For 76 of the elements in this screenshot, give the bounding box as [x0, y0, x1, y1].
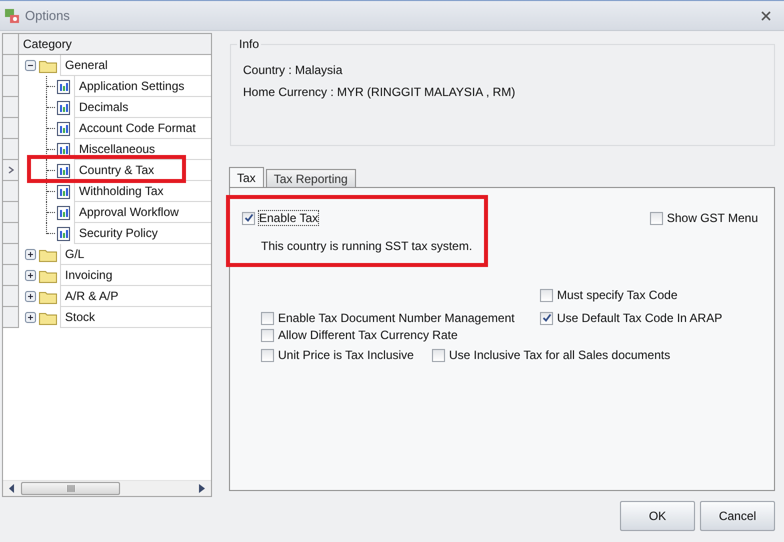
row-header-cell[interactable] — [3, 223, 19, 244]
app-icon — [4, 8, 20, 24]
tree-item[interactable]: General — [60, 55, 211, 76]
checkbox[interactable] — [261, 348, 274, 362]
dialog-button[interactable]: Cancel — [700, 501, 775, 531]
document-icon — [57, 122, 70, 136]
group-title: Info — [237, 37, 262, 51]
folder-icon — [39, 268, 57, 282]
checkbox-label[interactable]: Enable Tax — [259, 211, 318, 225]
row-header-cell[interactable] — [3, 97, 19, 118]
scroll-right-icon[interactable] — [199, 484, 205, 493]
checkbox-label[interactable]: Use Default Tax Code In ARAP — [557, 311, 722, 325]
window-title: Options — [25, 8, 70, 23]
row-header-cell[interactable] — [3, 286, 19, 307]
folder-icon — [39, 248, 57, 262]
tab[interactable]: Tax Reporting — [266, 169, 356, 187]
row-header-cell[interactable] — [3, 265, 19, 286]
checkbox[interactable] — [540, 288, 553, 302]
document-icon — [57, 206, 70, 220]
expand-icon[interactable] — [25, 312, 36, 323]
checkbox[interactable] — [261, 312, 274, 324]
row-header-cell[interactable] — [3, 202, 19, 223]
row-header-cell[interactable] — [3, 55, 19, 76]
tree-item[interactable]: Application Settings — [74, 76, 211, 97]
dialog-button[interactable]: OK — [620, 501, 695, 531]
tree-item[interactable]: Approval Workflow — [74, 202, 211, 223]
close-icon[interactable] — [761, 11, 771, 21]
note-text: This country is running SST tax system. — [260, 238, 474, 253]
row-header-cell[interactable] — [3, 160, 19, 181]
folder-icon — [39, 290, 57, 304]
document-icon — [57, 184, 70, 198]
tree-item[interactable]: Invoicing — [60, 265, 211, 286]
checkbox[interactable] — [432, 348, 445, 362]
folder-icon — [39, 58, 57, 72]
scroll-left-icon[interactable] — [9, 484, 15, 493]
row-header-cell[interactable] — [3, 181, 19, 202]
checkbox[interactable] — [650, 212, 663, 224]
tree-item[interactable]: Decimals — [74, 97, 211, 118]
checkbox-label[interactable]: Allow Different Tax Currency Rate — [278, 328, 458, 342]
tree-item[interactable]: Stock — [60, 307, 211, 328]
tree-item[interactable]: A/R & A/P — [60, 286, 211, 307]
tab[interactable]: Tax — [229, 167, 264, 187]
expand-icon[interactable] — [25, 249, 36, 260]
checkbox[interactable] — [242, 212, 255, 224]
row-header-cell[interactable] — [3, 76, 19, 97]
tree-item[interactable]: Account Code Format — [74, 118, 211, 139]
column-header: Category — [19, 34, 211, 55]
expand-icon[interactable] — [25, 270, 36, 281]
folder-icon — [39, 310, 57, 324]
scroll-thumb[interactable] — [21, 482, 120, 495]
checkbox-label[interactable]: Use Inclusive Tax for all Sales documents — [449, 348, 670, 362]
document-icon — [57, 142, 70, 156]
horizontal-scrollbar[interactable] — [3, 480, 211, 496]
row-header-cell[interactable] — [3, 244, 19, 265]
tree-item[interactable]: G/L — [60, 244, 211, 265]
checkbox[interactable] — [261, 328, 274, 342]
expand-icon[interactable] — [25, 291, 36, 302]
document-icon — [57, 80, 70, 94]
row-header-cell[interactable] — [3, 118, 19, 139]
document-icon — [57, 100, 70, 114]
row-header-cell[interactable] — [3, 307, 19, 328]
info-text: Home Currency : MYR (RINGGIT MALAYSIA , RM) — [243, 85, 516, 101]
checkbox-label[interactable]: Must specify Tax Code — [557, 288, 678, 302]
checkbox[interactable] — [540, 312, 553, 324]
tree-item[interactable]: Country & Tax — [74, 160, 211, 181]
document-icon — [57, 164, 70, 178]
checkbox-label[interactable]: Show GST Menu — [666, 211, 758, 225]
collapse-icon[interactable] — [25, 60, 36, 71]
checkbox-label[interactable]: Unit Price is Tax Inclusive — [278, 348, 414, 362]
checkbox-label[interactable]: Enable Tax Document Number Management — [278, 311, 515, 325]
info-text: Country : Malaysia — [243, 63, 344, 79]
row-header-cell[interactable] — [3, 139, 19, 160]
document-icon — [57, 226, 70, 240]
tree-item[interactable]: Security Policy — [74, 223, 211, 244]
tree-item[interactable]: Withholding Tax — [74, 181, 211, 202]
tree-item[interactable]: Miscellaneous — [74, 139, 211, 160]
